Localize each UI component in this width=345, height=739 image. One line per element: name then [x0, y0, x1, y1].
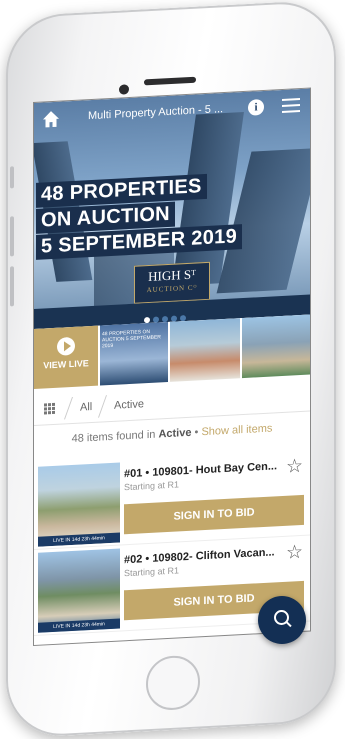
- lot-card[interactable]: LIVE IN 14d 23h 44min #01 • 109801- Hout…: [34, 450, 310, 550]
- show-all-link[interactable]: Show all items: [201, 423, 272, 439]
- results-separator: •: [194, 426, 199, 439]
- lot-photo[interactable]: LIVE IN 14d 23h 44min: [38, 462, 120, 547]
- lot-starting-price: Starting at R1: [124, 479, 180, 493]
- search-fab-button[interactable]: [258, 596, 306, 644]
- hamburger-menu-icon[interactable]: [282, 98, 300, 114]
- page-title: Multi Property Auction - 5 ...: [88, 103, 224, 123]
- tab-active[interactable]: Active: [114, 398, 144, 412]
- lot-starting-price: Starting at R1: [124, 565, 180, 579]
- star-favorite-icon[interactable]: ☆: [286, 541, 303, 565]
- view-live-label: VIEW LIVE: [43, 358, 89, 371]
- divider: [97, 395, 108, 418]
- results-status: Active: [158, 426, 192, 441]
- live-countdown-badge: LIVE IN 14d 23h 44min: [38, 618, 120, 633]
- tab-all[interactable]: All: [80, 401, 92, 414]
- high-street-auction-logo: HIGH Sᵀ AUCTION Cᴼ: [134, 261, 210, 304]
- mute-switch: [10, 166, 14, 189]
- home-button[interactable]: [146, 654, 200, 712]
- earpiece-speaker: [144, 76, 196, 86]
- thumbnail-bay-photo[interactable]: [242, 314, 310, 379]
- play-icon: [57, 336, 75, 356]
- front-camera: [119, 84, 129, 95]
- sign-in-to-bid-button[interactable]: SIGN IN TO BID: [124, 494, 304, 535]
- lot-title[interactable]: #02 • 109802- Clifton Vacan...: [124, 546, 275, 566]
- thumbnail-banner[interactable]: 48 PROPERTIES ON AUCTION 5 SEPTEMBER 201…: [100, 321, 168, 386]
- view-live-button[interactable]: VIEW LIVE: [34, 325, 98, 389]
- results-summary: 48 items found in Active • Show all item…: [34, 421, 310, 447]
- volume-down-button: [10, 266, 14, 307]
- volume-up-button: [10, 216, 14, 257]
- results-count: 48 items found in: [71, 428, 156, 446]
- lot-title[interactable]: #01 • 109801- Hout Bay Cen...: [124, 460, 277, 480]
- lot-photo[interactable]: LIVE IN 14d 23h 44min: [38, 548, 120, 633]
- live-countdown-badge: LIVE IN 14d 23h 44min: [38, 532, 120, 547]
- divider: [63, 396, 74, 420]
- search-icon-handle: [285, 620, 292, 628]
- app-screen: 48 PROPERTIES ON AUCTION 5 SEPTEMBER 201…: [34, 88, 310, 645]
- info-icon[interactable]: i: [248, 98, 264, 116]
- home-icon[interactable]: [42, 110, 60, 129]
- thumbnail-aerial-photo[interactable]: [170, 318, 240, 382]
- thumbnail-text: 48 PROPERTIES ON AUCTION 5 SEPTEMBER 201…: [102, 328, 161, 350]
- star-favorite-icon[interactable]: ☆: [286, 455, 303, 479]
- grid-view-icon[interactable]: [44, 402, 57, 417]
- filter-bar: All Active: [34, 380, 310, 426]
